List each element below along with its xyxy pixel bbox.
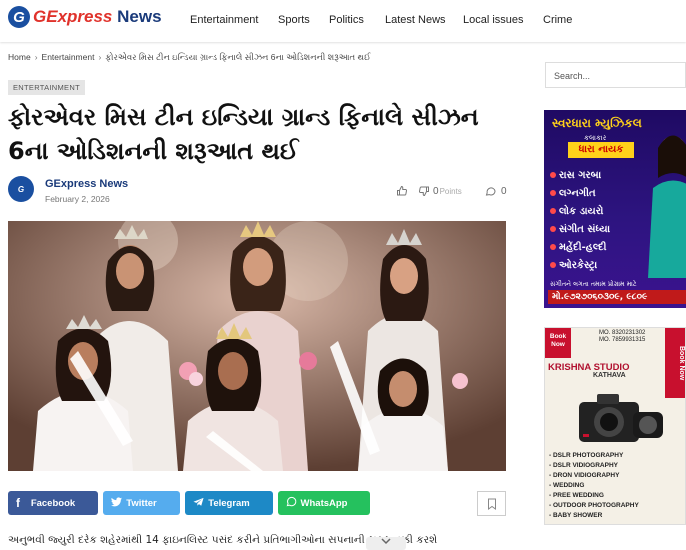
service-item: - DRON VIDIOGRAPHY: [549, 472, 620, 479]
like-button[interactable]: [396, 185, 408, 197]
ad-item: લોક ડાયરો: [550, 206, 603, 217]
logo-text: GExpress News: [33, 7, 162, 27]
ad-item: સંગીત સંધ્યા: [550, 224, 610, 235]
ad-item: લગ્નગીત: [550, 188, 596, 199]
ad-note: સંગીતને લગતા તમામ પ્રોગ્રામ માટે: [550, 280, 637, 288]
search-input[interactable]: Search...: [545, 62, 686, 88]
studio-town: KATHAVA: [593, 372, 626, 379]
share-facebook-button[interactable]: f Facebook: [8, 491, 98, 515]
nav-sports[interactable]: Sports: [278, 14, 310, 26]
ad-title: સ્વરધારા મ્યુઝિકલ: [552, 116, 642, 130]
article-date: February 2, 2026: [45, 194, 110, 204]
nav-entertainment[interactable]: Entertainment: [190, 14, 258, 26]
bookmark-icon: [487, 498, 496, 510]
author-name[interactable]: GExpress News: [45, 178, 128, 190]
ad-item: ઓરકેસ્ટ્રા: [550, 260, 597, 271]
book-now-ribbon: Book Now: [665, 328, 685, 398]
article-hero-image: [8, 221, 506, 471]
camera-icon: [579, 394, 663, 442]
points-count: 0: [433, 185, 439, 197]
article-excerpt: અનુભવી જ્યુરી દરેક શહેરમાંથી 14 ફાઇનલિસ્…: [8, 534, 438, 546]
singer-photo: [648, 135, 686, 278]
share-whatsapp-label: WhatsApp: [300, 497, 348, 509]
pageant-winners-photo: [8, 221, 506, 471]
breadcrumb-separator: ›: [98, 52, 102, 62]
site-logo[interactable]: G GExpress News: [8, 6, 162, 28]
service-item: - OUTDOOR PHOTOGRAPHY: [549, 502, 639, 509]
service-item: - DSLR PHOTOGRAPHY: [549, 452, 624, 459]
article-title: ફોરએવર મિસ ટીન ઇન્ડિયા ગ્રાન્ડ ફિનાલે સી…: [8, 103, 479, 165]
whatsapp-icon: [286, 496, 297, 510]
ad-item: મહેંદી-હલ્દી: [550, 242, 607, 253]
logo-news: News: [112, 7, 162, 26]
category-badge[interactable]: ENTERTAINMENT: [8, 80, 85, 95]
sidebar-ad-musical[interactable]: સ્વરધારા મ્યુઝિકલ કલાકાર ધારા નાયક રાસ ગ…: [544, 110, 686, 308]
thumbs-up-icon: [397, 185, 407, 196]
points-label: Points: [439, 186, 462, 196]
share-twitter-label: Twitter: [126, 497, 157, 509]
nav-local-issues[interactable]: Local issues: [463, 14, 524, 26]
ad-item: રાસ ગરબા: [550, 170, 601, 181]
breadcrumb-separator: ›: [34, 52, 38, 62]
nav-latest-news[interactable]: Latest News: [385, 14, 446, 26]
comment-icon: [485, 187, 496, 196]
logo-mark: G: [8, 6, 30, 28]
service-item: - WEDDING: [549, 482, 585, 489]
breadcrumb: Home › Entertainment › ફોરએવર મિસ ટીન ઇન્ડિય…: [8, 52, 371, 63]
thumbs-down-icon: [419, 186, 429, 197]
ad-phone: મો.૯૭૨૭૦૬૦૩૦૯, ૯૮૦૯: [548, 290, 686, 304]
author-avatar[interactable]: G: [8, 176, 34, 202]
service-item: - DSLR VIDIOGRAPHY: [549, 462, 618, 469]
service-item: - BABY SHOWER: [549, 512, 603, 519]
breadcrumb-category[interactable]: Entertainment: [42, 52, 95, 62]
breadcrumb-home[interactable]: Home: [8, 52, 31, 62]
chevron-down-icon: [381, 538, 391, 545]
nav-crime[interactable]: Crime: [543, 14, 572, 26]
share-telegram-label: Telegram: [208, 497, 250, 509]
comment-count: 0: [501, 185, 507, 197]
breadcrumb-current: ફોરએવર મિસ ટીન ઇન્ડિયા ગ્રાન્ડ ફિનાલે સી…: [105, 52, 371, 62]
scroll-down-handle[interactable]: [366, 537, 406, 550]
dislike-button[interactable]: 0 Points: [418, 185, 462, 197]
facebook-icon: f: [16, 496, 20, 510]
ad-artist-name: ધારા નાયક: [568, 142, 634, 158]
comments-link[interactable]: 0: [484, 185, 507, 197]
share-telegram-button[interactable]: Telegram: [185, 491, 273, 515]
share-twitter-button[interactable]: Twitter: [103, 491, 180, 515]
sidebar-ad-studio[interactable]: Book Now Book Now MO. 8320231302 MO. 7859…: [544, 327, 686, 525]
logo-express: Express: [46, 7, 113, 26]
site-header: G GExpress News Entertainment Sports Pol…: [0, 0, 686, 42]
book-now-badge: Book Now: [545, 328, 571, 358]
nav-politics[interactable]: Politics: [329, 14, 364, 26]
bookmark-button[interactable]: [477, 491, 506, 516]
logo-g: G: [33, 7, 47, 26]
share-whatsapp-button[interactable]: WhatsApp: [278, 491, 370, 515]
telegram-icon: [193, 496, 204, 510]
share-facebook-label: Facebook: [30, 497, 76, 509]
service-item: - PREE WEDDING: [549, 492, 604, 499]
twitter-icon: [111, 496, 122, 510]
ad-mobile-numbers: MO. 8320231302 MO. 7859931315: [599, 330, 646, 343]
